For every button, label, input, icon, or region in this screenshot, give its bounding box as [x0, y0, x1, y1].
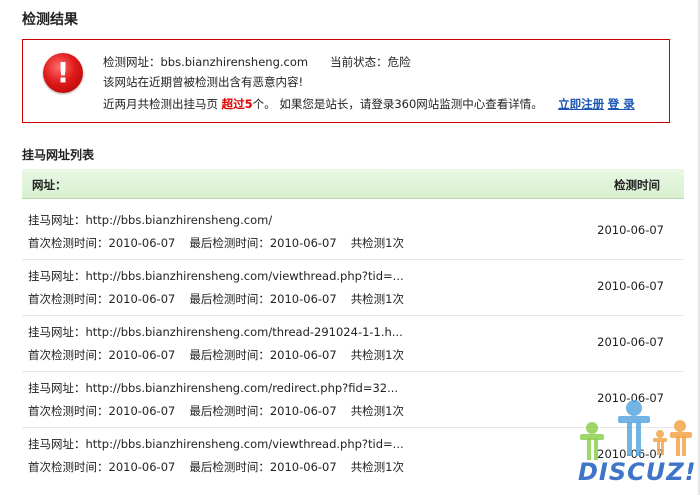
row-first-check: 首次检测时间：2010-06-07 — [28, 236, 176, 250]
row-meta: 首次检测时间：2010-06-07 最后检测时间：2010-06-07 共检测1次 — [28, 403, 404, 419]
row-url[interactable]: 挂马网址：http://bbs.bianzhirensheng.com/redi… — [28, 380, 398, 396]
row-url[interactable]: 挂马网址：http://bbs.bianzhirensheng.com/ — [28, 212, 272, 228]
row-check-count: 共检测1次 — [350, 404, 405, 418]
row-meta: 首次检测时间：2010-06-07 最后检测时间：2010-06-07 共检测1次 — [28, 459, 404, 475]
row-last-check: 最后检测时间：2010-06-07 — [189, 460, 337, 474]
login-link[interactable]: 登 录 — [608, 97, 635, 111]
table-row: 挂马网址：http://bbs.bianzhirensheng.com/view… — [22, 260, 684, 316]
row-check-count: 共检测1次 — [350, 348, 405, 362]
row-date: 2010-06-07 — [597, 223, 664, 237]
row-date: 2010-06-07 — [597, 335, 664, 349]
list-heading: 挂马网址列表 — [22, 148, 95, 162]
row-meta: 首次检测时间：2010-06-07 最后检测时间：2010-06-07 共检测1次 — [28, 291, 404, 307]
column-header-time: 检测时间 — [614, 178, 660, 192]
row-first-check: 首次检测时间：2010-06-07 — [28, 404, 176, 418]
row-url[interactable]: 挂马网址：http://bbs.bianzhirensheng.com/thre… — [28, 324, 403, 340]
summary-prefix: 近两月共检测出挂马页 — [103, 97, 218, 111]
summary-suffix: 个。 如果您是站长，请登录360网站监测中心查看详情。 — [252, 97, 543, 111]
danger-alert-box: ! 检测网址：bbs.bianzhirensheng.com 当前状态：危险 该网… — [22, 39, 670, 123]
row-date: 2010-06-07 — [597, 279, 664, 293]
alert-warning-line: 该网站在近期曾被检测出含有恶意内容! — [103, 75, 304, 89]
row-first-check: 首次检测时间：2010-06-07 — [28, 292, 176, 306]
column-header-url: 网址： — [32, 178, 67, 192]
status-value: 危险 — [387, 55, 411, 69]
alert-site-line: 检测网址：bbs.bianzhirensheng.com 当前状态：危险 — [103, 54, 411, 70]
status-label: 当前状态： — [330, 55, 388, 69]
exclamation-icon: ! — [43, 53, 83, 93]
row-last-check: 最后检测时间：2010-06-07 — [189, 292, 337, 306]
row-check-count: 共检测1次 — [350, 460, 405, 474]
register-link[interactable]: 立即注册 — [558, 97, 604, 111]
row-first-check: 首次检测时间：2010-06-07 — [28, 460, 176, 474]
alert-summary-line: 近两月共检测出挂马页 超过5个。 如果您是站长，请登录360网站监测中心查看详情… — [103, 96, 635, 112]
table-row: 挂马网址：http://bbs.bianzhirensheng.com/thre… — [22, 316, 684, 372]
summary-highlight: 超过5 — [221, 97, 253, 111]
discuz-watermark-text: DISCUZ! — [578, 458, 697, 486]
row-check-count: 共检测1次 — [350, 236, 405, 250]
page-title: 检测结果 — [22, 12, 78, 28]
site-value: bbs.bianzhirensheng.com — [160, 55, 309, 69]
table-header: 网址： 检测时间 — [22, 169, 684, 199]
row-url[interactable]: 挂马网址：http://bbs.bianzhirensheng.com/view… — [28, 436, 404, 452]
row-check-count: 共检测1次 — [350, 292, 405, 306]
row-last-check: 最后检测时间：2010-06-07 — [189, 348, 337, 362]
site-label: 检测网址： — [103, 55, 161, 69]
row-last-check: 最后检测时间：2010-06-07 — [189, 236, 337, 250]
row-first-check: 首次检测时间：2010-06-07 — [28, 348, 176, 362]
row-meta: 首次检测时间：2010-06-07 最后检测时间：2010-06-07 共检测1次 — [28, 347, 404, 363]
row-meta: 首次检测时间：2010-06-07 最后检测时间：2010-06-07 共检测1次 — [28, 235, 404, 251]
table-row: 挂马网址：http://bbs.bianzhirensheng.com/ 首次检… — [22, 204, 684, 260]
row-url[interactable]: 挂马网址：http://bbs.bianzhirensheng.com/view… — [28, 268, 404, 284]
row-last-check: 最后检测时间：2010-06-07 — [189, 404, 337, 418]
